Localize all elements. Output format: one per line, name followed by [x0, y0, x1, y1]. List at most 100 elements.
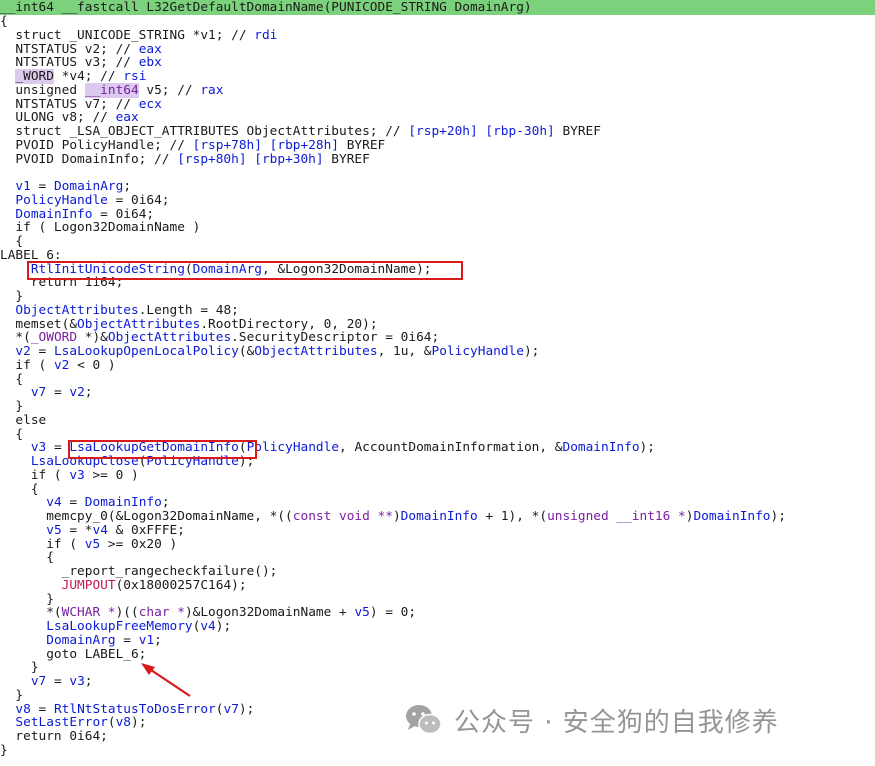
code-text: { [0, 550, 54, 566]
register-comment-token: eax [138, 41, 162, 57]
code-line[interactable]: { [0, 481, 875, 497]
code-line[interactable]: goto LABEL_6; [0, 647, 875, 662]
identifier-token: PolicyHandle [431, 344, 524, 359]
code-text: = 0i64; [107, 192, 170, 208]
code-text: _report_rangecheckfailure(); [0, 564, 278, 579]
code-line[interactable]: PVOID DomainInfo; // [rsp+80h] [rbp+30h]… [0, 152, 875, 167]
identifier-token: v2 [69, 385, 85, 401]
code-text: = [46, 385, 70, 401]
code-text: ); [238, 701, 255, 717]
code-text: , 1u, & [377, 344, 432, 359]
code-text: ( [107, 715, 116, 731]
identifier-token: v2 [53, 357, 70, 373]
code-text: { [0, 14, 8, 29]
code-text: return 0i64; [0, 729, 108, 744]
code-line[interactable]: LsaLookupFreeMemory(v4); [0, 620, 875, 634]
function-signature-line[interactable]: __int64 __fastcall L32GetDefaultDomainNa… [0, 0, 875, 15]
identifier-token: v7 [30, 385, 47, 401]
code-line[interactable]: } [0, 661, 875, 675]
code-line[interactable]: return 1i64; [0, 276, 875, 290]
code-line[interactable]: RtlInitUnicodeString(DomainArg, &Logon32… [0, 261, 875, 277]
code-text: } [0, 399, 24, 414]
register-comment-token: ecx [138, 96, 162, 112]
identifier-token: ObjectAttributes [77, 316, 201, 332]
code-line[interactable]: } [0, 742, 875, 758]
code-text: ); [770, 509, 786, 524]
code-line[interactable]: v7 = v3; [0, 675, 875, 689]
code-line[interactable]: struct _UNICODE_STRING *v1; // rdi [0, 28, 875, 43]
code-line[interactable]: if ( Logon32DomainName ) [0, 221, 875, 235]
code-line[interactable] [0, 166, 875, 180]
function-call-token: RtlInitUnicodeString [30, 261, 185, 277]
code-line[interactable]: DomainInfo = 0i64; [0, 207, 875, 222]
code-line[interactable]: if ( v2 < 0 ) [0, 357, 875, 373]
identifier-token: v8 [115, 715, 132, 731]
code-line[interactable]: unsigned __int64 v5; // rax [0, 82, 875, 98]
code-line[interactable]: v4 = DomainInfo; [0, 496, 875, 510]
code-line[interactable]: _WORD *v4; // rsi [0, 69, 875, 84]
code-line[interactable]: if ( v3 >= 0 ) [0, 468, 875, 483]
code-line[interactable]: } [0, 290, 875, 304]
code-line[interactable]: DomainArg = v1; [0, 633, 875, 648]
code-text: < 0 ) [69, 357, 116, 373]
code-line[interactable]: LABEL_6: [0, 248, 875, 263]
code-text: { [0, 426, 24, 442]
code-line[interactable]: NTSTATUS v3; // ebx [0, 56, 875, 70]
code-line[interactable]: memcpy_0(&Logon32DomainName, *((const vo… [0, 510, 875, 524]
type-token: unsigned __int16 * [547, 509, 686, 524]
code-line[interactable]: v5 = *v4 & 0xFFFE; [0, 523, 875, 538]
code-line[interactable]: { [0, 551, 875, 565]
pseudocode-view[interactable]: __int64 __fastcall L32GetDefaultDomainNa… [0, 0, 875, 766]
code-text: *( [0, 330, 31, 346]
code-text: { [0, 481, 39, 497]
code-text: if ( Logon32DomainName ) [0, 220, 201, 236]
code-line[interactable]: ULONG v8; // eax [0, 111, 875, 125]
code-text: *)& [77, 330, 108, 346]
code-line[interactable]: PVOID PolicyHandle; // [rsp+78h] [rbp+28… [0, 137, 875, 153]
code-text: v5; // [138, 82, 201, 98]
type-token: WCHAR * [61, 605, 116, 621]
code-line[interactable]: *(_OWORD *)&ObjectAttributes.SecurityDes… [0, 331, 875, 345]
code-line[interactable]: v2 = LsaLookupOpenLocalPolicy(&ObjectAtt… [0, 345, 875, 359]
identifier-token: v4 [200, 619, 216, 634]
code-text: return 1i64; [0, 275, 124, 291]
code-line[interactable]: struct _LSA_OBJECT_ATTRIBUTES ObjectAttr… [0, 125, 875, 139]
code-text: ); [238, 454, 255, 469]
code-line[interactable]: v1 = DomainArg; [0, 180, 875, 194]
code-line[interactable]: } [0, 400, 875, 414]
function-call-token: SetLastError [15, 715, 108, 731]
code-text: } [0, 742, 8, 758]
code-line[interactable]: } [0, 592, 875, 607]
code-text: ULONG v8; // [0, 110, 116, 126]
code-line[interactable]: LsaLookupClose(PolicyHandle); [0, 455, 875, 469]
code-line[interactable]: else [0, 413, 875, 428]
code-line[interactable]: v3 = LsaLookupGetDomainInfo(PolicyHandle… [0, 441, 875, 455]
code-line[interactable]: NTSTATUS v2; // eax [0, 41, 875, 57]
code-line[interactable]: ObjectAttributes.Length = 48; [0, 303, 875, 318]
code-line[interactable]: memset(&ObjectAttributes.RootDirectory, … [0, 316, 875, 332]
code-line[interactable]: NTSTATUS v7; // ecx [0, 96, 875, 112]
code-line[interactable]: JUMPOUT(0x18000257C164); [0, 577, 875, 593]
code-text: = [30, 344, 54, 359]
identifier-token: DomainInfo [84, 495, 162, 511]
code-line[interactable]: { [0, 372, 875, 387]
code-text: memset(& [0, 316, 78, 332]
code-line[interactable]: { [0, 426, 875, 442]
code-text: = [30, 179, 54, 194]
code-line[interactable]: { [0, 235, 875, 249]
jumpout-token: JUMPOUT [61, 577, 116, 593]
code-line[interactable]: v7 = v2; [0, 386, 875, 400]
identifier-token: DomainInfo [562, 440, 640, 456]
code-text: ; [161, 495, 170, 511]
code-line[interactable]: { [0, 15, 875, 29]
code-line[interactable]: PolicyHandle = 0i64; [0, 192, 875, 208]
code-line[interactable]: *(WCHAR *)((char *)&Logon32DomainName + … [0, 606, 875, 620]
code-line[interactable]: _report_rangecheckfailure(); [0, 565, 875, 579]
code-line[interactable]: if ( v5 >= 0x20 ) [0, 537, 875, 552]
code-text: PVOID PolicyHandle; // [0, 137, 193, 153]
